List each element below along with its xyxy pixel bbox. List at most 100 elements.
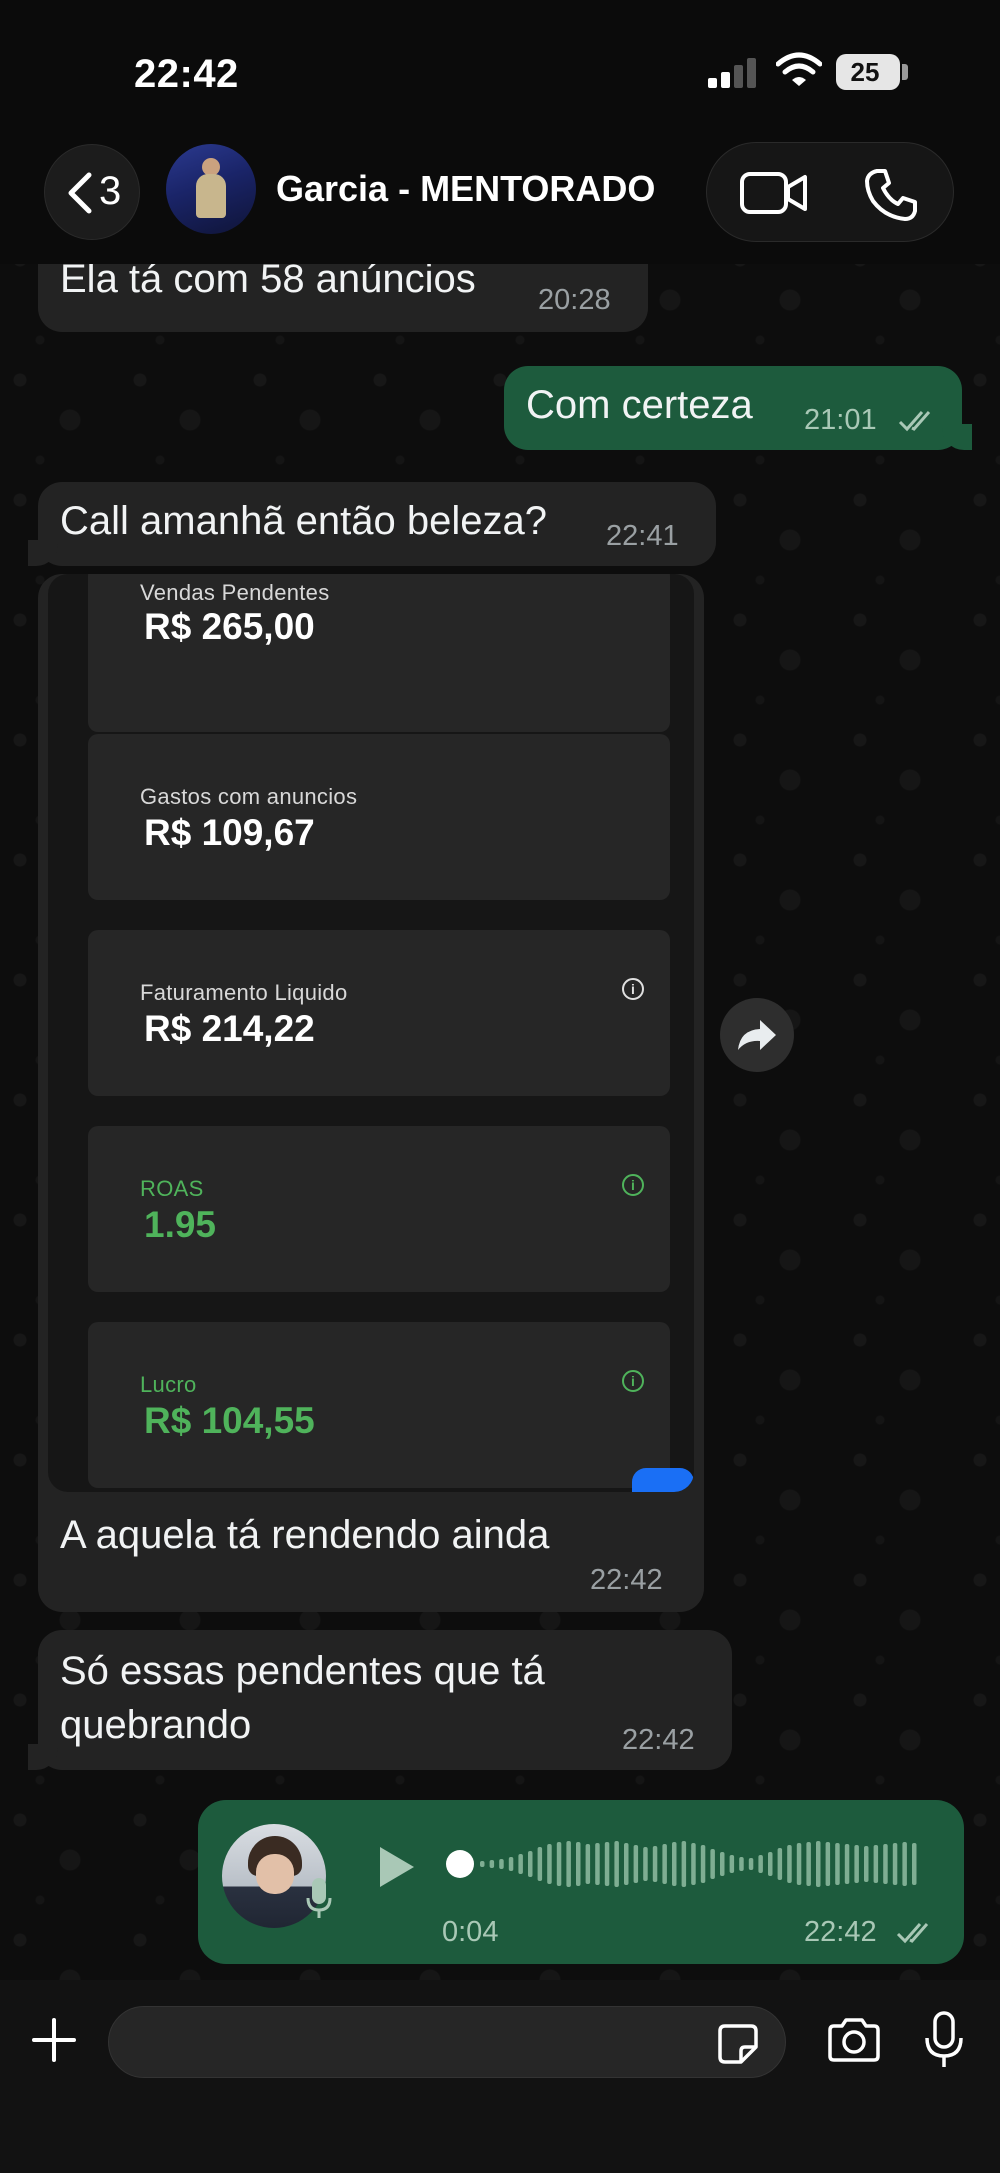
message-incoming[interactable]: Só essas pendentes que tá quebrando 22:4… [28,1630,732,1770]
unread-count: 3 [99,169,122,213]
message-input[interactable] [108,2006,786,2078]
message-time: 20:28 [538,284,611,316]
waveform-bar [777,1848,783,1880]
metric-card: Lucro i R$ 104,55 [88,1322,670,1488]
waveform-bar [633,1845,639,1883]
call-actions [706,142,954,242]
info-icon: i [622,978,644,1000]
read-receipt-icon [896,1923,929,1944]
message-text: Call amanhã então beleza? [60,499,548,543]
message-time: 22:42 [804,1916,877,1948]
camera-icon[interactable] [826,2016,882,2064]
phone-icon[interactable] [863,167,919,223]
waveform-bar [585,1844,591,1884]
waveform-bar [566,1841,571,1887]
message-text-line: Só essas pendentes que tá [60,1649,545,1693]
message-time: 21:01 [804,404,877,436]
metric-value: 1.95 [144,1204,217,1245]
waveform-bar [499,1859,504,1869]
image-caption: A aquela tá rendendo ainda [60,1513,550,1557]
waveform-bar [700,1845,706,1883]
metric-value: R$ 104,55 [144,1400,315,1441]
waveform-bar [720,1852,725,1876]
status-bar: 22:42 25 [0,0,1000,140]
waveform-bar [604,1842,610,1886]
audio-waveform[interactable] [480,1838,930,1890]
waveform-bar [892,1843,898,1885]
voice-message[interactable]: 0:04 22:42 [198,1800,964,1964]
message-text-line: quebrando [60,1703,252,1747]
waveform-bar [768,1852,773,1876]
waveform-bar [825,1842,831,1886]
image-attachment[interactable]: Vendas Pendentes R$ 265,00 Gastos com an… [48,574,694,1492]
cellular-signal-icon [708,56,760,88]
microphone-icon[interactable] [922,2010,966,2070]
waveform-bar [547,1844,552,1884]
waveform-bar [480,1861,485,1867]
video-camera-icon[interactable] [739,169,809,217]
contact-name[interactable]: Garcia - MENTORADO [276,168,655,210]
waveform-bar [873,1845,879,1883]
playback-scrubber[interactable] [446,1850,474,1878]
metric-card: Gastos com anuncios R$ 109,67 [88,734,670,900]
battery-tip [902,64,908,80]
waveform-bar [912,1843,917,1885]
status-time: 22:42 [134,52,239,96]
sticker-icon[interactable] [717,2023,759,2065]
metric-card: ROAS i 1.95 [88,1126,670,1292]
metric-value: R$ 109,67 [144,812,315,853]
waveform-bar [576,1842,581,1886]
chevron-left-icon [68,172,92,214]
waveform-bar [796,1843,802,1885]
waveform-bar [672,1842,677,1886]
waveform-bar [508,1857,514,1871]
waveform-bar [844,1844,850,1884]
waveform-bar [710,1849,715,1879]
clipboard-icon [632,1468,694,1492]
metric-card: Faturamento Liquido i R$ 214,22 [88,930,670,1096]
message-outgoing[interactable]: Com certeza 21:01 [504,366,972,450]
chat-header: 3 Garcia - MENTORADO [0,140,1000,264]
battery-level: 25 [850,57,880,87]
wifi-icon [776,52,822,86]
message-time: 22:41 [606,520,679,552]
waveform-bar [854,1845,859,1883]
message-time: 22:42 [622,1724,695,1756]
waveform-bar [528,1851,533,1877]
play-icon[interactable] [376,1844,416,1890]
info-icon: i [622,1174,644,1196]
waveform-bar [691,1843,696,1885]
waveform-bar [787,1845,792,1883]
waveform-bar [816,1841,821,1887]
waveform-bar [614,1841,619,1887]
metric-label: ROAS [140,1176,204,1201]
waveform-bar [902,1842,907,1886]
voice-duration: 0:04 [442,1916,499,1948]
back-button[interactable]: 3 [44,144,140,240]
forward-button[interactable] [720,998,794,1072]
waveform-bar [748,1858,754,1870]
waveform-bar [652,1846,658,1882]
waveform-bar [662,1844,667,1884]
waveform-bar [739,1857,744,1871]
contact-avatar[interactable] [166,144,256,234]
waveform-bar [806,1842,811,1886]
message-incoming[interactable]: Call amanhã então beleza? 22:41 [28,482,716,566]
info-icon: i [622,1370,644,1392]
forward-arrow-icon [738,1020,776,1050]
metric-value: R$ 265,00 [144,606,315,647]
image-message[interactable]: Vendas Pendentes R$ 265,00 Gastos com an… [38,574,704,1612]
waveform-bar [681,1841,687,1887]
message-composer [0,1980,1000,2173]
waveform-bar [758,1855,763,1873]
message-text: Com certeza [526,383,753,427]
waveform-bar [864,1846,869,1882]
waveform-bar [595,1843,600,1885]
waveform-bar [518,1854,523,1874]
read-receipt-icon [898,411,931,432]
waveform-bar [643,1847,648,1881]
metric-label: Faturamento Liquido [140,980,348,1005]
waveform-bar [883,1844,888,1884]
metric-label: Vendas Pendentes [140,580,330,605]
plus-icon[interactable] [30,2016,78,2064]
